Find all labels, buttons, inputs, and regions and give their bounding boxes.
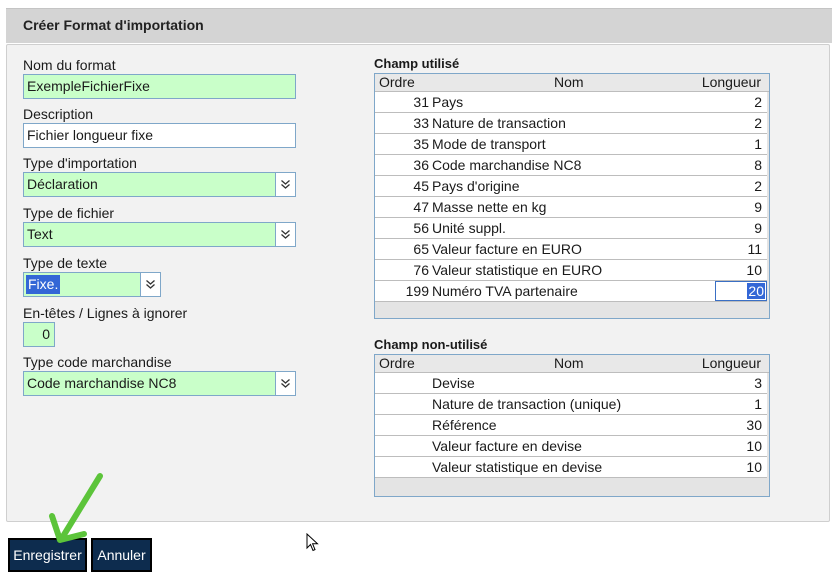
- page-title: Créer Format d'importation: [23, 17, 204, 33]
- longueur-cell: 1: [754, 136, 762, 152]
- nom-cell: Code marchandise NC8: [432, 157, 582, 173]
- type-import-value: Déclaration: [27, 176, 98, 192]
- type-fichier-label: Type de fichier: [23, 205, 115, 221]
- chevron-double-down-icon[interactable]: [275, 173, 295, 196]
- ordre-cell: 65: [413, 241, 429, 257]
- longueur-edit-input[interactable]: 20: [715, 281, 767, 301]
- mouse-pointer-icon: [306, 533, 319, 552]
- table-row[interactable]: 199 Numéro TVA partenaire 20: [375, 281, 767, 302]
- ordre-cell: 36: [413, 157, 429, 173]
- nom-cell: Valeur statistique en EURO: [432, 262, 603, 278]
- longueur-cell: 3: [754, 375, 762, 391]
- grid-header: Ordre Nom Longueur: [375, 74, 769, 92]
- longueur-cell: 1: [754, 396, 762, 412]
- type-fichier-select[interactable]: Text: [23, 222, 296, 247]
- longueur-cell: 30: [746, 417, 762, 433]
- ordre-cell: 199: [405, 283, 429, 299]
- nom-cell: Pays d'origine: [432, 178, 520, 194]
- chevron-double-down-icon[interactable]: [275, 372, 295, 395]
- nom-cell: Pays: [432, 94, 464, 110]
- description-input[interactable]: Fichier longueur fixe: [23, 123, 296, 148]
- unused-fields-grid: Ordre Nom Longueur Devise 3 Nature de tran…: [374, 354, 770, 497]
- nom-cell: Masse nette en kg: [432, 199, 547, 215]
- nom-cell: Mode de transport: [432, 136, 546, 152]
- green-arrow-icon: [49, 473, 103, 543]
- table-row[interactable]: 56 Unité suppl. 9: [375, 218, 767, 239]
- col-ordre[interactable]: Ordre: [379, 355, 415, 372]
- nom-cell: Valeur facture en EURO: [432, 241, 582, 257]
- nom-cell: Nature de transaction (unique): [432, 396, 622, 412]
- used-fields-title: Champ utilisé: [374, 56, 460, 71]
- table-row[interactable]: 36 Code marchandise NC8 8: [375, 155, 767, 176]
- description-label: Description: [23, 106, 94, 122]
- nom-cell: Numéro TVA partenaire: [432, 283, 578, 299]
- longueur-cell: 2: [754, 115, 762, 131]
- type-import-select[interactable]: Déclaration: [23, 172, 296, 197]
- table-row[interactable]: 35 Mode de transport 1: [375, 134, 767, 155]
- longueur-cell: 8: [754, 157, 762, 173]
- table-row[interactable]: 45 Pays d'origine 2: [375, 176, 767, 197]
- unused-fields-title: Champ non-utilisé: [374, 337, 488, 352]
- table-row[interactable]: 76 Valeur statistique en EURO 10: [375, 260, 767, 281]
- type-import-label: Type d'importation: [23, 155, 137, 171]
- ordre-cell: 33: [413, 115, 429, 131]
- grid-header: Ordre Nom Longueur: [375, 355, 769, 373]
- nom-input[interactable]: ExempleFichierFixe: [23, 74, 296, 99]
- ordre-cell: 76: [413, 262, 429, 278]
- longueur-cell: 11: [747, 241, 762, 257]
- unused-grid-body: Devise 3 Nature de transaction (unique) 1 Ré…: [375, 373, 767, 478]
- type-texte-select[interactable]: Fixe.: [23, 272, 161, 297]
- chevron-double-down-icon[interactable]: [275, 223, 295, 246]
- table-row[interactable]: Nature de transaction (unique) 1: [375, 394, 767, 415]
- ordre-cell: 56: [413, 220, 429, 236]
- ordre-cell: 31: [413, 94, 429, 110]
- longueur-cell: 10: [746, 262, 762, 278]
- ordre-cell: 35: [413, 136, 429, 152]
- nom-cell: Devise: [432, 375, 475, 391]
- nom-cell: Valeur statistique en devise: [432, 459, 603, 475]
- col-nom[interactable]: Nom: [554, 355, 584, 372]
- longueur-cell: 10: [746, 459, 762, 475]
- table-row[interactable]: 33 Nature de transaction 2: [375, 113, 767, 134]
- used-fields-grid: Ordre Nom Longueur 31 Pays 2 33 Nature de tr…: [374, 73, 770, 319]
- table-row[interactable]: 65 Valeur facture en EURO 11: [375, 239, 767, 260]
- nom-label: Nom du format: [23, 57, 116, 73]
- nom-cell: Référence: [432, 417, 497, 433]
- longueur-cell: 9: [754, 220, 762, 236]
- chevron-double-down-icon[interactable]: [140, 273, 160, 296]
- entetes-label: En-têtes / Lignes à ignorer: [23, 305, 188, 321]
- ordre-cell: 45: [413, 178, 429, 194]
- nom-cell: Unité suppl.: [432, 220, 506, 236]
- nom-cell: Nature de transaction: [432, 115, 566, 131]
- type-texte-label: Type de texte: [23, 255, 108, 271]
- entetes-input[interactable]: 0: [23, 322, 55, 347]
- table-row[interactable]: Référence 30: [375, 415, 767, 436]
- longueur-cell: 20: [747, 283, 765, 299]
- code-label: Type code marchandise: [23, 354, 172, 370]
- table-row[interactable]: 31 Pays 2: [375, 92, 767, 113]
- longueur-cell: 2: [754, 94, 762, 110]
- longueur-cell: 9: [754, 199, 762, 215]
- table-row[interactable]: Valeur statistique en devise 10: [375, 457, 767, 478]
- longueur-cell: 2: [754, 178, 762, 194]
- code-select[interactable]: Code marchandise NC8: [23, 371, 296, 396]
- col-ordre[interactable]: Ordre: [379, 74, 415, 91]
- col-longueur[interactable]: Longueur: [702, 355, 761, 372]
- used-grid-body: 31 Pays 2 33 Nature de transaction 2 35 Mode de…: [375, 92, 767, 302]
- nom-cell: Valeur facture en devise: [432, 438, 582, 454]
- table-row[interactable]: Valeur facture en devise 10: [375, 436, 767, 457]
- col-longueur[interactable]: Longueur: [702, 74, 761, 91]
- type-texte-value: Fixe.: [26, 275, 61, 294]
- dialog-header: Créer Format d'importation: [6, 8, 832, 43]
- table-row[interactable]: Devise 3: [375, 373, 767, 394]
- col-nom[interactable]: Nom: [554, 74, 584, 91]
- code-value: Code marchandise NC8: [27, 375, 177, 391]
- longueur-cell: 10: [746, 438, 762, 454]
- type-fichier-value: Text: [27, 226, 53, 242]
- ordre-cell: 47: [413, 199, 429, 215]
- table-row[interactable]: 47 Masse nette en kg 9: [375, 197, 767, 218]
